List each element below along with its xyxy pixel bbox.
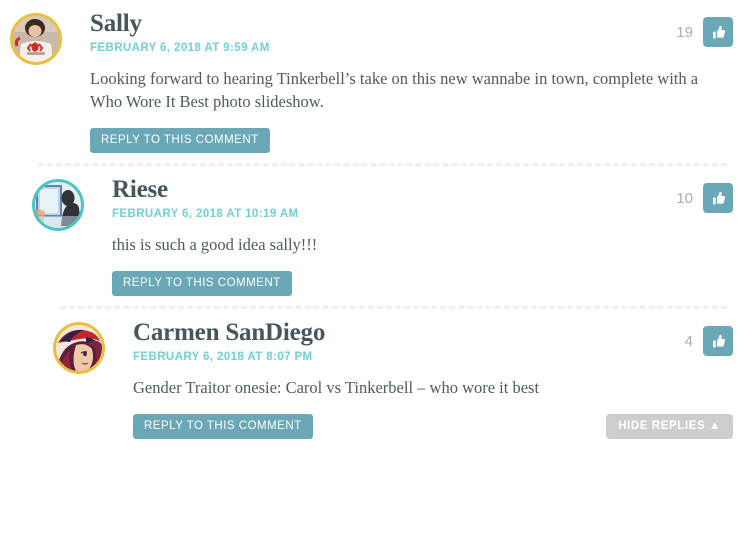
comment-header: Carmen SanDiego 4	[133, 318, 745, 356]
thumbs-up-button[interactable]	[703, 183, 733, 213]
avatar-image	[35, 182, 81, 228]
comment-date: FEBRUARY 6, 2018 AT 10:19 AM	[112, 208, 299, 220]
author-name: Carmen SanDiego	[133, 319, 326, 346]
comment-body: Gender Traitor onesie: Carol vs Tinkerbe…	[133, 378, 540, 397]
comment-date: FEBRUARY 6, 2018 AT 8:07 PM	[133, 351, 313, 363]
comment-header: Sally 19	[90, 9, 745, 47]
avatar[interactable]	[32, 179, 84, 231]
hide-replies-button[interactable]: HIDE REPLIES ▲	[606, 414, 733, 439]
thumbs-up-button[interactable]	[703, 326, 733, 356]
thumbs-up-icon	[712, 191, 725, 204]
vote-count: 19	[676, 23, 693, 41]
vote-group: 19	[676, 17, 733, 47]
thumbs-up-icon	[712, 25, 725, 38]
comment-actions: REPLY TO THIS COMMENT	[112, 271, 745, 296]
comment-carmen: Carmen SanDiego 4 FEBRUARY 6, 2018 AT 8:…	[0, 309, 745, 449]
comment-riese: Riese 10 FEBRUARY 6, 2018 AT 10:19 AM th…	[0, 166, 745, 306]
avatar[interactable]	[10, 13, 62, 65]
vote-group: 4	[685, 326, 733, 356]
reply-to-comment-button[interactable]: REPLY TO THIS COMMENT	[112, 271, 292, 296]
author-name: Riese	[112, 176, 168, 203]
comment-body: this is such a good idea sally!!!	[112, 235, 318, 254]
comment-header: Riese 10	[112, 175, 745, 213]
vote-count: 4	[684, 332, 693, 350]
comment-sally: Sally 19 FEBRUARY 6, 2018 AT 9:59 AM Loo…	[0, 0, 745, 163]
vote-group: 10	[676, 183, 733, 213]
comment-actions: REPLY TO THIS COMMENT	[90, 128, 745, 153]
reply-to-comment-button[interactable]: REPLY TO THIS COMMENT	[133, 414, 313, 439]
avatar-image	[56, 325, 102, 371]
thumbs-up-button[interactable]	[703, 17, 733, 47]
comment-thread: Sally 19 FEBRUARY 6, 2018 AT 9:59 AM Loo…	[0, 0, 745, 557]
avatar-image	[13, 16, 59, 62]
vote-count: 10	[676, 189, 693, 207]
comment-actions: REPLY TO THIS COMMENT HIDE REPLIES ▲	[133, 414, 745, 439]
comment-date: FEBRUARY 6, 2018 AT 9:59 AM	[90, 42, 270, 54]
author-name: Sally	[90, 10, 142, 37]
avatar[interactable]	[53, 322, 105, 374]
thumbs-up-icon	[712, 334, 725, 347]
comment-body: Looking forward to hearing Tinkerbell’s …	[90, 69, 699, 111]
reply-to-comment-button[interactable]: REPLY TO THIS COMMENT	[90, 128, 270, 153]
